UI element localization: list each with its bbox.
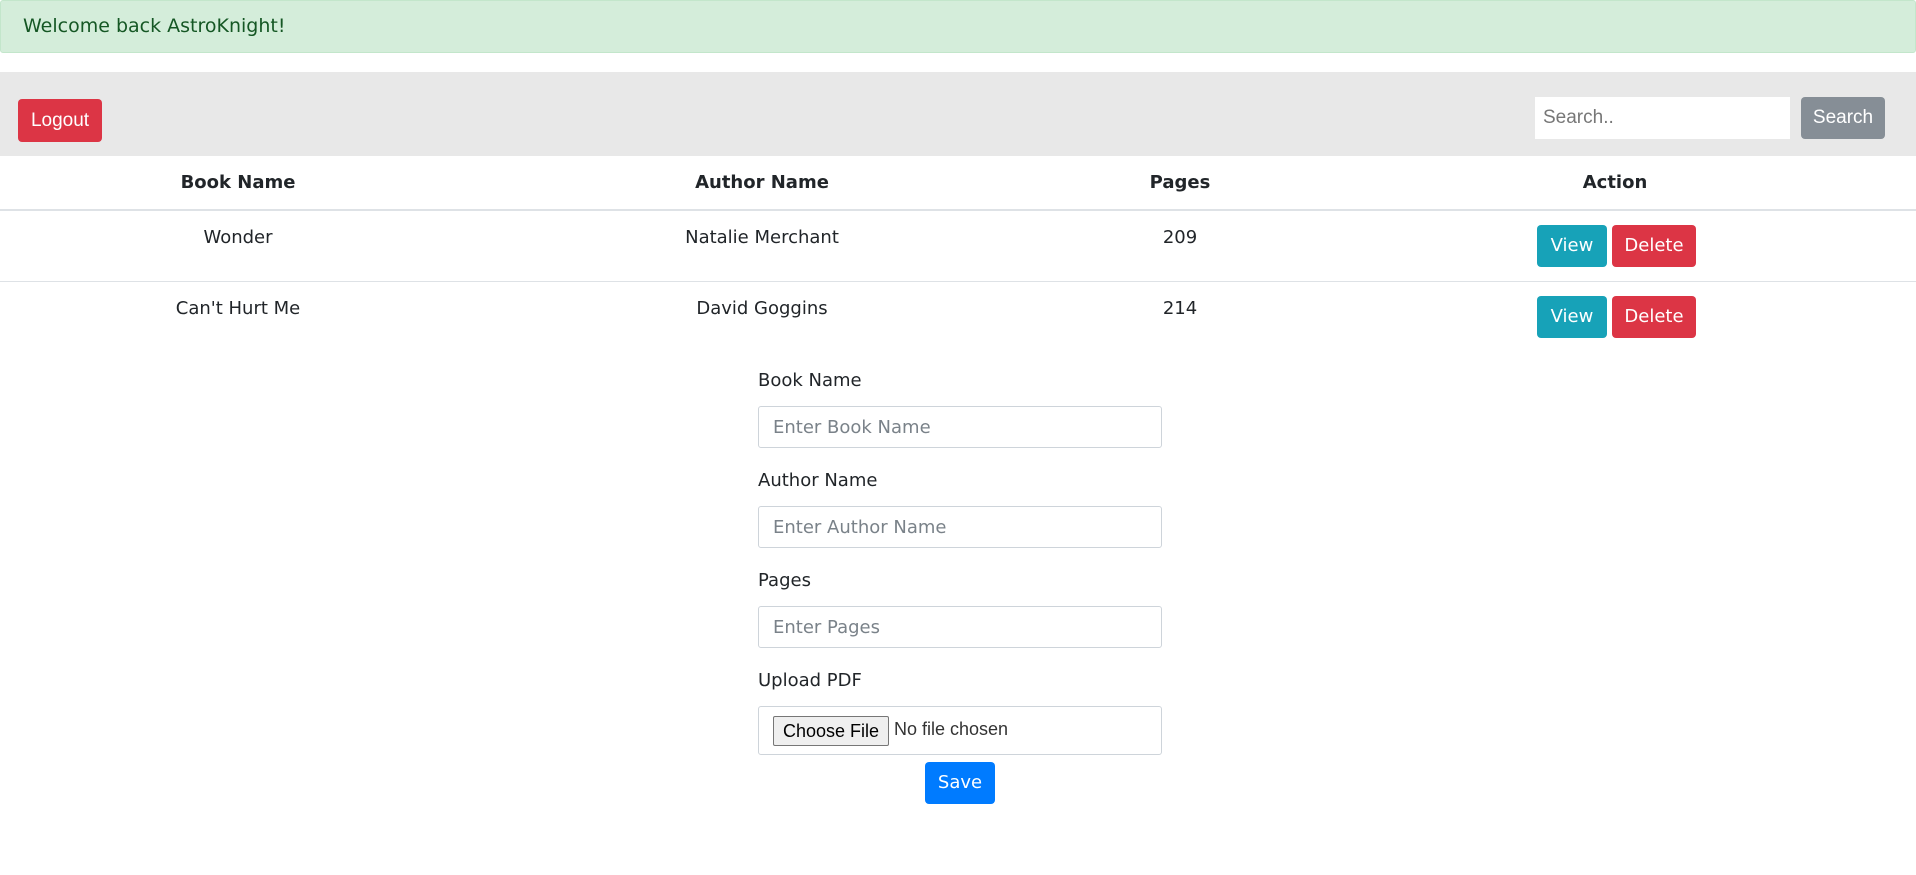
book-name-label: Book Name <box>758 370 862 391</box>
delete-button[interactable]: Delete <box>1612 296 1696 338</box>
author-name-label: Author Name <box>758 470 878 491</box>
delete-button[interactable]: Delete <box>1612 225 1696 267</box>
cell-book-name: Wonder <box>203 227 273 248</box>
header-author-name: Author Name <box>695 172 829 193</box>
cell-pages: 209 <box>1162 227 1198 248</box>
books-table: Book Name Author Name Pages Action Wonde… <box>0 156 1916 353</box>
save-button[interactable]: Save <box>925 762 995 804</box>
search-input[interactable] <box>1535 97 1790 139</box>
top-toolbar: Logout Search <box>0 72 1916 156</box>
welcome-message: Welcome back AstroKnight! <box>23 15 286 37</box>
view-button[interactable]: View <box>1537 225 1607 267</box>
pages-field[interactable] <box>758 606 1162 648</box>
cell-author-name: David Goggins <box>696 298 828 319</box>
search-button[interactable]: Search <box>1801 97 1885 139</box>
logout-button[interactable]: Logout <box>18 99 102 142</box>
table-row: Can't Hurt Me David Goggins 214 View Del… <box>0 282 1916 353</box>
view-button[interactable]: View <box>1537 296 1607 338</box>
cell-pages: 214 <box>1162 298 1198 319</box>
add-book-form: Book Name Author Name Pages Upload PDF C… <box>758 370 1162 755</box>
pages-label: Pages <box>758 570 811 591</box>
choose-file-button[interactable]: Choose File <box>773 716 889 746</box>
upload-pdf-label: Upload PDF <box>758 670 862 691</box>
cell-author-name: Natalie Merchant <box>685 227 839 248</box>
table-row: Wonder Natalie Merchant 209 View Delete <box>0 211 1916 282</box>
file-status-text: No file chosen <box>894 719 1009 739</box>
welcome-alert: Welcome back AstroKnight! <box>0 0 1916 53</box>
upload-pdf-field[interactable]: Choose File No file chosen <box>758 706 1162 755</box>
header-pages: Pages <box>1149 172 1211 193</box>
header-action: Action <box>1582 172 1648 193</box>
book-name-field[interactable] <box>758 406 1162 448</box>
cell-book-name: Can't Hurt Me <box>175 298 301 319</box>
table-header-row: Book Name Author Name Pages Action <box>0 156 1916 211</box>
author-name-field[interactable] <box>758 506 1162 548</box>
header-book-name: Book Name <box>180 172 296 193</box>
